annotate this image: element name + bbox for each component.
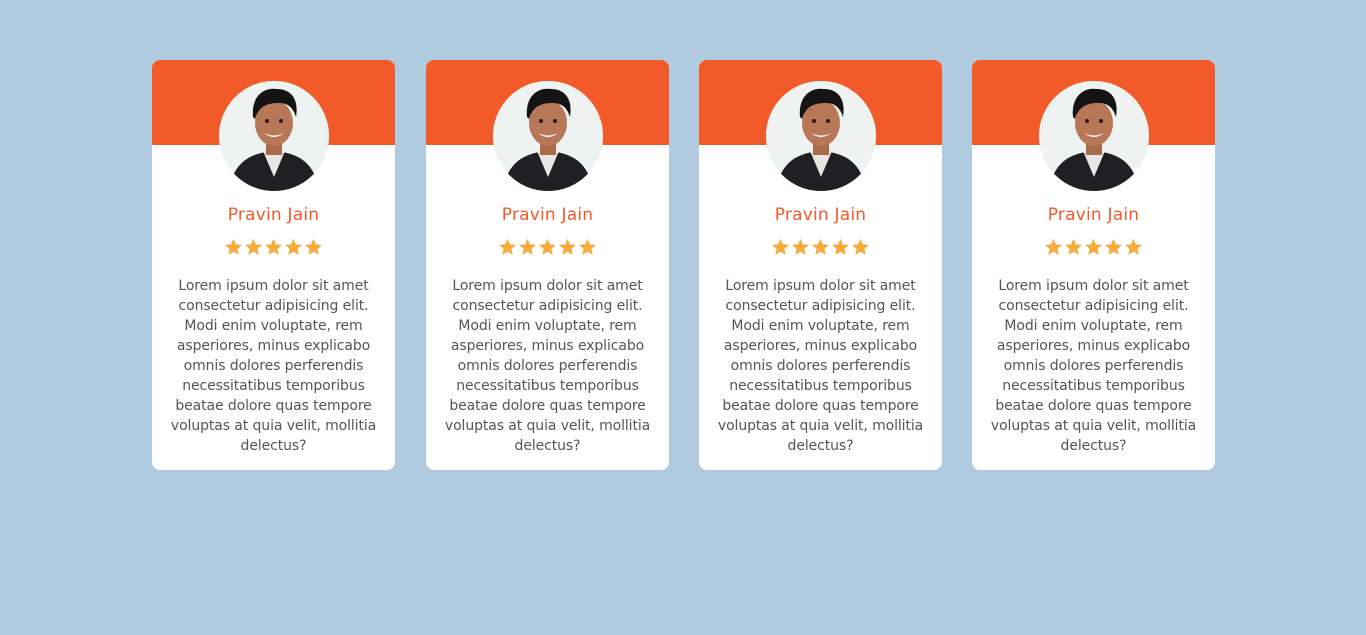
reviewer-name: Pravin Jain <box>227 205 320 225</box>
star-icon <box>1124 238 1143 257</box>
star-icon <box>811 238 830 257</box>
star-icon <box>558 238 577 257</box>
testimonial-card: Pravin Jain Lorem ipsum dolor sit amet c… <box>426 60 669 470</box>
avatar <box>219 81 329 191</box>
avatar <box>766 81 876 191</box>
testimonial-card: Pravin Jain Lorem ipsum dolor sit amet c… <box>699 60 942 470</box>
person-avatar-icon <box>493 81 603 191</box>
star-icon <box>791 238 810 257</box>
star-icon <box>771 238 790 257</box>
star-icon <box>1084 238 1103 257</box>
reviewer-name: Pravin Jain <box>501 205 594 225</box>
star-icon <box>224 238 243 257</box>
review-text: Lorem ipsum dolor sit amet consectetur a… <box>444 278 651 454</box>
star-icon <box>498 238 517 257</box>
star-icon <box>851 238 870 257</box>
avatar <box>493 81 603 191</box>
testimonial-cards: Pravin Jain Lorem ipsum dolor sit amet c… <box>152 60 1215 470</box>
person-avatar-icon <box>766 81 876 191</box>
star-rating <box>426 238 669 260</box>
review-text: Lorem ipsum dolor sit amet consectetur a… <box>990 278 1197 454</box>
star-icon <box>578 238 597 257</box>
star-icon <box>1044 238 1063 257</box>
review-text: Lorem ipsum dolor sit amet consectetur a… <box>170 278 377 454</box>
star-icon <box>831 238 850 257</box>
star-icon <box>244 238 263 257</box>
star-icon <box>1104 238 1123 257</box>
avatar <box>1039 81 1149 191</box>
star-icon <box>264 238 283 257</box>
star-rating <box>152 238 395 260</box>
star-icon <box>304 238 323 257</box>
person-avatar-icon <box>219 81 329 191</box>
star-icon <box>518 238 537 257</box>
star-icon <box>1064 238 1083 257</box>
star-rating <box>699 238 942 260</box>
star-icon <box>284 238 303 257</box>
testimonial-card: Pravin Jain Lorem ipsum dolor sit amet c… <box>972 60 1215 470</box>
person-avatar-icon <box>1039 81 1149 191</box>
reviewer-name: Pravin Jain <box>1047 205 1140 225</box>
testimonial-card: Pravin Jain Lorem ipsum dolor sit amet c… <box>152 60 395 470</box>
star-rating <box>972 238 1215 260</box>
review-text: Lorem ipsum dolor sit amet consectetur a… <box>717 278 924 454</box>
reviewer-name: Pravin Jain <box>774 205 867 225</box>
star-icon <box>538 238 557 257</box>
